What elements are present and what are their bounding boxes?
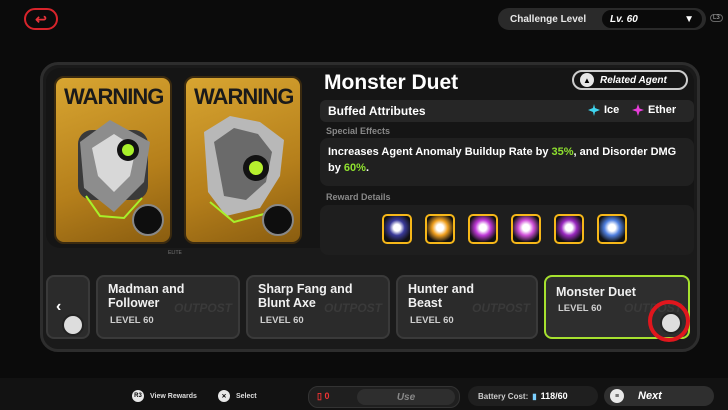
battery-cost-value: 118/60 [540,391,568,401]
special-effects-box: Increases Agent Anomaly Buildup Rate by … [320,138,694,186]
warning-text: WARNING [194,84,294,109]
reward-item[interactable] [468,214,498,244]
reward-disc-icon [427,216,453,242]
reward-item[interactable] [382,214,412,244]
buffed-attributes-label: Buffed Attributes [328,104,426,118]
stage-tab-madman-and-follower[interactable]: Madman and Follower LEVEL 60 OUTPOST [96,275,240,339]
related-agent-button[interactable]: ▲ Related Agent [572,70,688,90]
stage-name: Madman and Follower [108,282,185,310]
ether-badge-icon [132,204,164,236]
use-button[interactable]: Use [357,389,455,405]
challenge-level-label: Challenge Level [510,13,587,25]
reward-item[interactable] [554,214,584,244]
reward-item[interactable] [425,214,455,244]
stage-watermark: OUTPOST [173,301,232,315]
l3-key-hint: L3 [710,14,723,22]
back-arrow-icon: ↩ [35,10,47,27]
ice-element-icon [588,104,600,116]
ice-badge-icon [262,204,294,236]
view-rewards-hint[interactable]: R3 View Rewards [132,390,197,402]
chevron-left-icon: ‹ [56,298,62,315]
r3-key-icon: R3 [132,390,144,402]
stage-watermark: OUTPOST [471,301,530,315]
reward-battery-icon [556,216,582,242]
attribute-ether: Ether [632,104,676,116]
use-item-count: ▯ 0 [317,391,330,401]
battery-icon: ▮ [532,391,537,401]
challenge-level-dropdown[interactable]: Lv. 60 ▼ [602,10,702,28]
reward-details-box [320,205,694,255]
reward-disc-icon [513,216,539,242]
triangle-button-icon: ▲ [580,73,594,87]
cross-key-icon: ✕ [218,390,230,402]
stage-watermark: OUTPOST [323,301,382,315]
warning-text: WARNING [64,84,164,109]
next-button[interactable]: ≡ Next [604,386,714,406]
next-label: Next [638,390,662,402]
stage-level: LEVEL 60 [260,315,304,326]
back-button[interactable]: ↩ [24,8,58,30]
ether-element-icon [632,104,644,116]
challenge-level-selector[interactable]: Challenge Level Lv. 60 ▼ [498,8,706,30]
battery-cost-label: Battery Cost: [478,391,529,401]
attribute-ice: Ice [588,104,619,116]
reward-crystal-icon [599,216,625,242]
view-rewards-label: View Rewards [150,392,197,400]
highlight-ring [648,300,690,342]
reward-item[interactable] [597,214,627,244]
menu-key-icon: ≡ [610,389,624,403]
reward-details-label: Reward Details [326,192,391,202]
select-hint[interactable]: ✕ Select [218,390,257,402]
stage-level: LEVEL 60 [558,303,602,314]
challenge-level-value: Lv. 60 [610,13,638,25]
enemy-card-1[interactable]: WARNING [54,76,172,244]
scroll-icon: ▯ [317,391,322,401]
enemy-card-2[interactable]: WARNING [184,76,302,244]
reward-item[interactable] [511,214,541,244]
battery-cost: Battery Cost: ▮ 118/60 [468,386,598,406]
reward-chip-icon [384,216,410,242]
use-item-box: ▯ 0 Use [308,386,460,408]
attribute-ice-label: Ice [604,104,620,116]
special-effects-text: Increases Agent Anomaly Buildup Rate by … [328,146,677,174]
dropdown-arrow-icon: ▼ [684,13,694,25]
stage-title: Monster Duet [324,71,459,94]
stage-name: Hunter and Beast [408,282,474,310]
reward-chip-icon [470,216,496,242]
attribute-ether-label: Ether [648,104,677,116]
avatar [62,314,84,336]
special-effects-label: Special Effects [326,126,391,136]
stage-name: Monster Duet [556,285,636,299]
use-label: Use [396,391,416,403]
stage-tab-hunter-and-beast[interactable]: Hunter and Beast LEVEL 60 OUTPOST [396,275,538,339]
select-label: Select [236,392,257,400]
elite-label: ELITE [168,250,182,256]
stage-level: LEVEL 60 [110,315,154,326]
stage-level: LEVEL 60 [410,315,454,326]
stage-tab-sharp-fang-and-blunt-axe[interactable]: Sharp Fang and Blunt Axe LEVEL 60 OUTPOST [246,275,390,339]
related-agent-label: Related Agent [600,74,667,86]
